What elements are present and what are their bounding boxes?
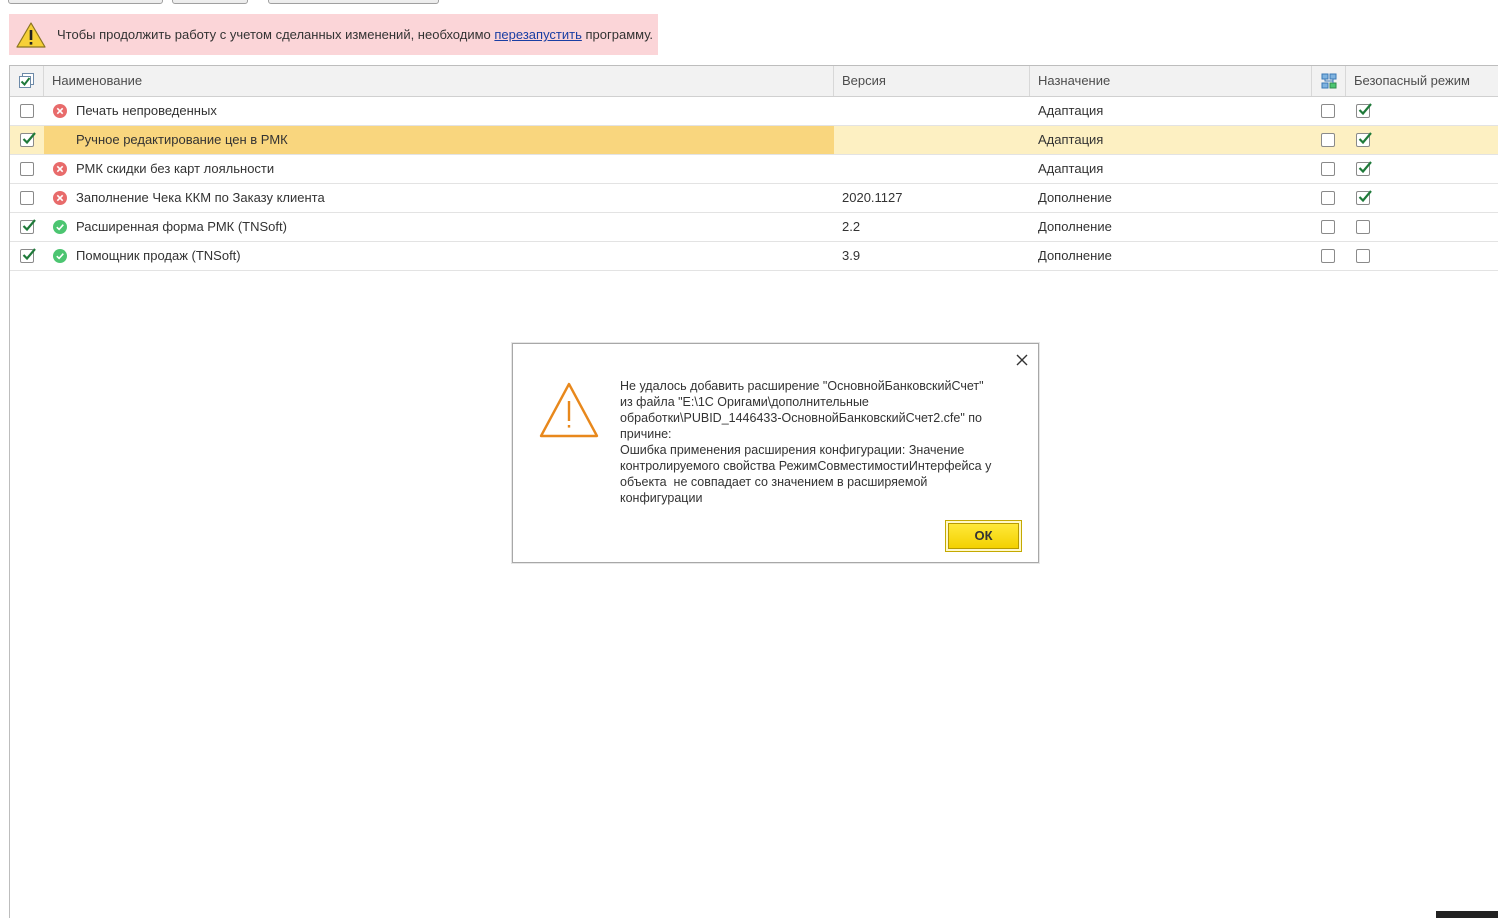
message-line: Ошибка применения расширения конфигураци…: [620, 443, 965, 457]
active-checkbox[interactable]: [20, 104, 34, 118]
message-line: объекта не совпадает со значением в расш…: [620, 475, 928, 489]
header-data-separation[interactable]: [1312, 66, 1346, 96]
name-cell: Печать непроведенных: [76, 103, 217, 118]
banner-text: Чтобы продолжить работу с учетом сделанн…: [57, 27, 653, 42]
header-name[interactable]: Наименование: [44, 66, 834, 96]
check-icon: [22, 132, 36, 145]
version-cell: 2020.1127: [842, 190, 903, 205]
toolbar-button-1[interactable]: [8, 0, 163, 4]
table-row[interactable]: Ручное редактирование цен в РМК Адаптация: [10, 126, 1498, 155]
toolbar-button-2[interactable]: [172, 0, 248, 4]
banner-text-after: программу.: [581, 27, 654, 42]
banner-text-before: Чтобы продолжить работу с учетом сделанн…: [57, 27, 495, 42]
message-line: из файла "E:\1С Оригами\дополнительные: [620, 395, 869, 409]
purpose-cell: Дополнение: [1038, 219, 1112, 234]
restart-warning-banner: Чтобы продолжить работу с учетом сделанн…: [9, 14, 658, 55]
safe-mode-checkbox[interactable]: [1356, 103, 1372, 118]
table-row[interactable]: Помощник продаж (TNSoft) 3.9 Дополнение: [10, 242, 1498, 271]
check-icon: [1358, 190, 1372, 203]
purpose-cell: Адаптация: [1038, 103, 1104, 118]
name-cell: РМК скидки без карт лояльности: [76, 161, 275, 176]
version-cell: 3.9: [842, 248, 861, 263]
purpose-cell: Адаптация: [1038, 161, 1104, 176]
header-purpose[interactable]: Назначение: [1030, 66, 1312, 96]
name-cell: Ручное редактирование цен в РМК: [44, 126, 834, 154]
table-row[interactable]: Заполнение Чека ККМ по Заказу клиента 202…: [10, 184, 1498, 213]
purpose-cell: Дополнение: [1038, 248, 1112, 263]
data-separation-checkbox[interactable]: [1321, 249, 1335, 263]
table-row[interactable]: РМК скидки без карт лояльности Адаптация: [10, 155, 1498, 184]
warning-icon: [16, 22, 46, 48]
safe-mode-checkbox[interactable]: [1356, 132, 1372, 147]
safe-mode-checkbox[interactable]: [1356, 220, 1370, 234]
header-safe-mode[interactable]: Безопасный режим: [1346, 66, 1498, 96]
ok-button-label: ОК: [948, 523, 1019, 549]
check-icon: [1358, 161, 1372, 174]
header-version[interactable]: Версия: [834, 66, 1030, 96]
toolbar-button-3[interactable]: [268, 0, 439, 4]
table-row[interactable]: Печать непроведенных Адаптация: [10, 97, 1498, 126]
safe-mode-checkbox[interactable]: [1356, 190, 1372, 205]
active-checkbox[interactable]: [20, 191, 34, 205]
table-header: Наименование Версия Назначение Безопасны…: [10, 66, 1498, 97]
active-checkbox[interactable]: [20, 162, 34, 176]
check-all-icon[interactable]: [19, 73, 35, 89]
name-cell: Заполнение Чека ККМ по Заказу клиента: [76, 190, 325, 205]
safe-mode-checkbox[interactable]: [1356, 249, 1370, 263]
active-checkbox[interactable]: [20, 219, 36, 234]
purpose-cell: Дополнение: [1038, 190, 1112, 205]
data-separation-icon: [1321, 73, 1337, 89]
check-icon: [1358, 132, 1372, 145]
check-icon: [1358, 103, 1372, 116]
header-check-all[interactable]: [10, 66, 44, 96]
ok-button[interactable]: ОК: [945, 520, 1022, 552]
data-separation-checkbox[interactable]: [1321, 104, 1335, 118]
data-separation-checkbox[interactable]: [1321, 191, 1335, 205]
restart-link[interactable]: перезапустить: [494, 27, 581, 42]
message-line: Не удалось добавить расширение "Основной…: [620, 379, 984, 393]
data-separation-checkbox[interactable]: [1321, 133, 1335, 147]
message-line: конфигурации: [620, 491, 703, 505]
error-dialog: Не удалось добавить расширение "Основной…: [512, 343, 1039, 563]
window-corner: [1436, 911, 1498, 918]
dialog-message: Не удалось добавить расширение "Основной…: [620, 378, 1020, 506]
data-separation-checkbox[interactable]: [1321, 162, 1335, 176]
message-line: контролируемого свойства РежимСовместимо…: [620, 459, 992, 473]
active-checkbox[interactable]: [20, 248, 36, 263]
check-icon: [22, 248, 36, 261]
data-separation-checkbox[interactable]: [1321, 220, 1335, 234]
name-cell: Помощник продаж (TNSoft): [76, 248, 241, 263]
close-icon[interactable]: [1014, 352, 1030, 368]
purpose-cell: Адаптация: [1038, 132, 1104, 147]
name-cell: Расширенная форма РМК (TNSoft): [76, 219, 287, 234]
message-line: причине:: [620, 427, 672, 441]
message-line: обработки\PUBID_1446433-ОсновнойБанковск…: [620, 411, 982, 425]
warning-icon: [539, 382, 599, 438]
check-icon: [22, 219, 36, 232]
safe-mode-checkbox[interactable]: [1356, 161, 1372, 176]
version-cell: 2.2: [842, 219, 861, 234]
active-checkbox[interactable]: [20, 132, 36, 147]
table-row[interactable]: Расширенная форма РМК (TNSoft) 2.2 Дополне…: [10, 213, 1498, 242]
